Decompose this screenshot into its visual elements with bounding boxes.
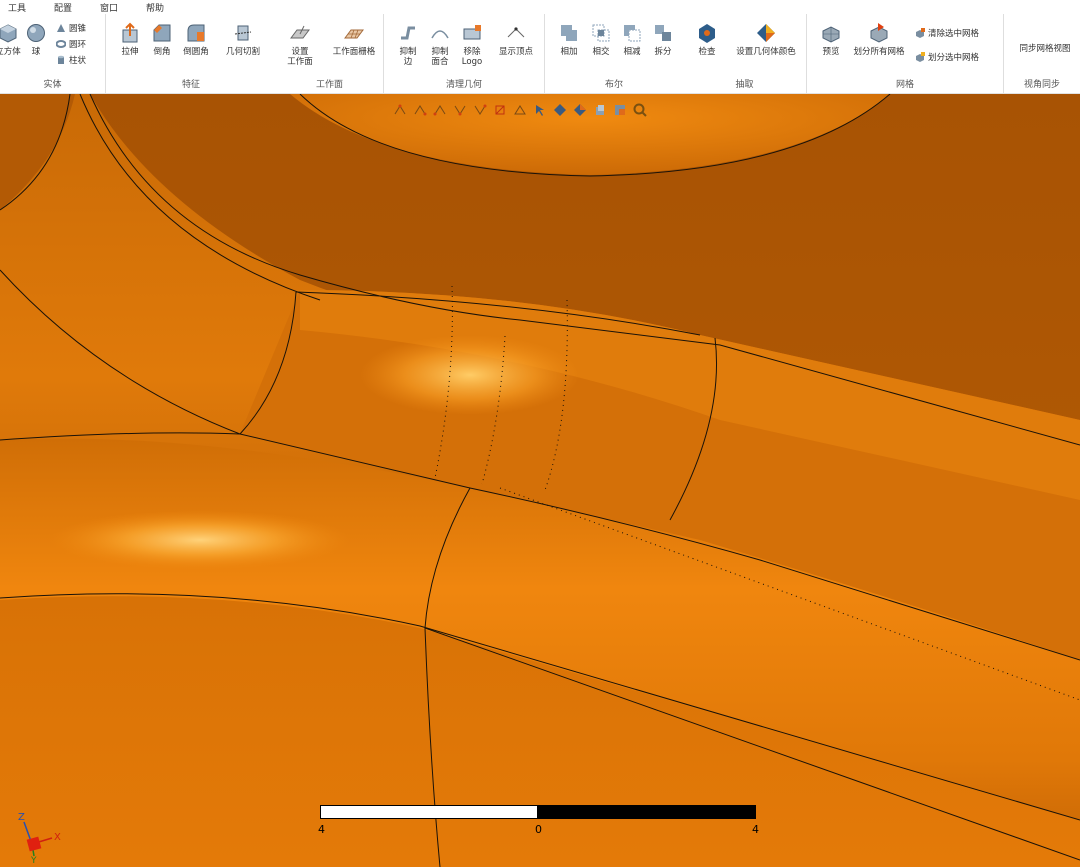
scale-label-left: 4 bbox=[318, 823, 325, 836]
chamfer-icon bbox=[153, 24, 171, 42]
view-iso-icon[interactable] bbox=[512, 102, 528, 118]
cut-icon bbox=[234, 25, 252, 41]
sync-mesh-view-button[interactable]: 同步网格视图 bbox=[1012, 44, 1078, 54]
scale-bar: 4 0 4 bbox=[318, 805, 759, 841]
cone-button[interactable]: 圆锥 bbox=[56, 22, 86, 34]
mesh-selected-button[interactable]: 划分选中网格 bbox=[915, 51, 979, 63]
group-label-extract: 抽取 bbox=[735, 80, 754, 90]
extrude-icon bbox=[122, 22, 138, 43]
remove-logo-button[interactable]: 移除 Logo bbox=[450, 22, 494, 67]
ribbon-group-workplane: 设置 工作面 工作面栅格 工作面 bbox=[276, 14, 384, 93]
grid-icon bbox=[344, 29, 364, 39]
cone-icon bbox=[57, 24, 65, 32]
group-label-workplane: 工作面 bbox=[315, 80, 343, 90]
select-icon[interactable] bbox=[552, 102, 568, 118]
split-button[interactable]: 拆分 bbox=[641, 22, 685, 57]
cylinder-button[interactable]: 柱状 bbox=[56, 54, 86, 66]
preview-icon bbox=[822, 26, 840, 43]
check-button[interactable]: 检查 bbox=[685, 22, 729, 57]
torus-button[interactable]: 圆环 bbox=[56, 38, 86, 50]
show-vertex-button[interactable]: 显示顶点 bbox=[492, 22, 540, 57]
menu-bar: 工具 配置 窗口 帮助 bbox=[0, 0, 1080, 14]
torus-icon bbox=[56, 40, 66, 48]
fillet-icon bbox=[187, 24, 205, 42]
workplane-icon bbox=[290, 25, 310, 39]
scale-bar-black-segment bbox=[538, 805, 756, 819]
clear-selected-mesh-button[interactable]: 清除选中网格 bbox=[915, 27, 979, 39]
zoom-icon[interactable] bbox=[632, 102, 648, 118]
ribbon-group-extract: 检查 设置几何体颜色 抽取 bbox=[683, 14, 807, 93]
axis-y-label: Y bbox=[30, 856, 37, 864]
preview-button[interactable]: 预览 bbox=[809, 22, 853, 57]
axis-x-label: X bbox=[54, 832, 61, 843]
ribbon-group-mesh: 预览 划分所有网格 清除选中网格 划分选中网格 网格 bbox=[807, 14, 1004, 93]
intersect-icon bbox=[592, 24, 610, 42]
menu-window[interactable]: 窗口 bbox=[100, 1, 118, 14]
set-geometry-color-button[interactable]: 设置几何体颜色 bbox=[729, 22, 803, 57]
union-icon bbox=[561, 25, 577, 41]
sphere-button[interactable]: 球 bbox=[14, 22, 58, 57]
scale-label-center: 0 bbox=[535, 823, 542, 836]
ribbon-group-feature: 拉伸 倒角 倒圆角 几何切割 特征 bbox=[106, 14, 276, 93]
axis-triad: Z X Y bbox=[18, 812, 61, 864]
group-label-boolean: 布尔 bbox=[604, 80, 623, 90]
menu-help[interactable]: 帮助 bbox=[146, 1, 164, 14]
suppress-edge-icon bbox=[401, 26, 415, 40]
fillet-button[interactable]: 倒圆角 bbox=[174, 22, 218, 57]
mesh-all-button[interactable]: 划分所有网格 bbox=[851, 22, 907, 57]
wireframe-icon[interactable] bbox=[592, 102, 608, 118]
shaded-icon[interactable] bbox=[572, 102, 588, 118]
sphere-icon bbox=[27, 24, 45, 42]
ribbon-toolbar: 立方体 球 圆锥 圆环 柱状 实体 拉伸 倒角 倒 bbox=[0, 14, 1080, 94]
geometry-cut-button[interactable]: 几何切割 bbox=[218, 22, 268, 57]
group-label-mesh: 网格 bbox=[895, 80, 914, 90]
clear-mesh-icon bbox=[916, 28, 925, 38]
fit-view-icon[interactable] bbox=[532, 102, 548, 118]
ribbon-group-solid: 立方体 球 圆锥 圆环 柱状 实体 bbox=[0, 14, 106, 93]
mesh-all-icon bbox=[870, 23, 888, 43]
split-icon bbox=[655, 25, 671, 41]
view-y-axis-icon[interactable] bbox=[412, 102, 428, 118]
cylinder-icon bbox=[58, 55, 64, 64]
group-label-clean: 清理几何 bbox=[445, 80, 482, 90]
axis-z-label: Z bbox=[18, 812, 25, 823]
view-neg-y-icon[interactable] bbox=[472, 102, 488, 118]
transparency-icon[interactable] bbox=[612, 102, 628, 118]
view-x-axis-icon[interactable] bbox=[392, 102, 408, 118]
model-render bbox=[0, 94, 1080, 867]
view-toolbar bbox=[392, 102, 648, 118]
remove-logo-icon bbox=[463, 25, 481, 40]
3d-viewport[interactable]: 4 0 4 Z X Y bbox=[0, 94, 1080, 867]
set-workplane-button[interactable]: 设置 工作面 bbox=[278, 22, 322, 67]
ribbon-group-clean: 抑制 边 抑制 面合 移除 Logo 显示顶点 清理几何 bbox=[384, 14, 545, 93]
view-neg-x-icon[interactable] bbox=[452, 102, 468, 118]
view-z-axis-icon[interactable] bbox=[432, 102, 448, 118]
mesh-selected-icon bbox=[916, 52, 925, 62]
show-vertex-icon bbox=[507, 27, 525, 38]
group-label-view-sync: 视角同步 bbox=[1023, 80, 1060, 90]
workplane-grid-button[interactable]: 工作面栅格 bbox=[326, 22, 382, 57]
check-icon bbox=[699, 24, 715, 43]
view-neg-z-icon[interactable] bbox=[492, 102, 508, 118]
group-label-solid: 实体 bbox=[43, 80, 62, 90]
ribbon-group-view-sync: 同步网格视图 视角同步 bbox=[1004, 14, 1080, 93]
scale-label-right: 4 bbox=[752, 823, 759, 836]
scale-bar-white-segment bbox=[320, 805, 538, 819]
subtract-icon bbox=[624, 25, 641, 42]
group-label-feature: 特征 bbox=[181, 80, 200, 90]
menu-config[interactable]: 配置 bbox=[54, 1, 72, 14]
menu-tools[interactable]: 工具 bbox=[8, 1, 26, 14]
ribbon-group-boolean: 相加 相交 相减 拆分 布尔 bbox=[545, 14, 683, 93]
color-icon bbox=[757, 24, 775, 42]
suppress-face-icon bbox=[431, 30, 449, 39]
